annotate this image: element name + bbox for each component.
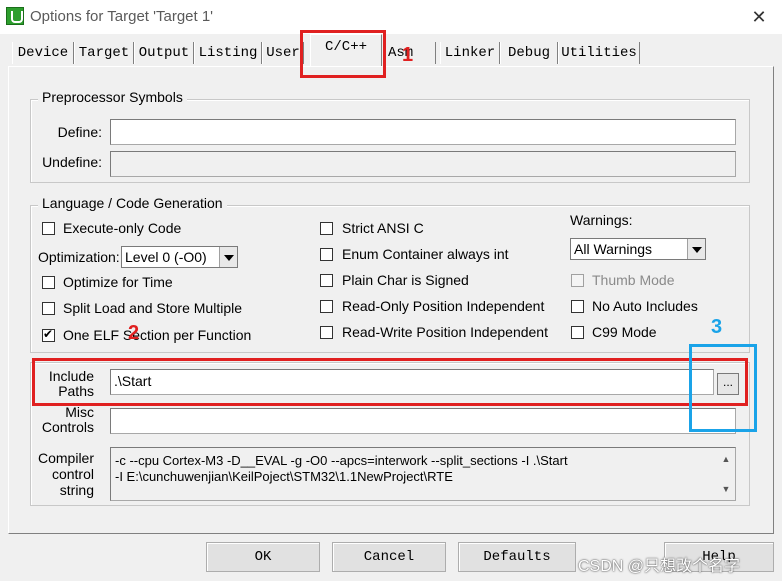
enum-container-checkbox[interactable]: [320, 248, 333, 261]
one-elf-checkbox[interactable]: [42, 327, 55, 342]
keil-app-icon: [6, 7, 24, 25]
tab-output[interactable]: Output: [134, 42, 194, 64]
undefine-label: Undefine:: [42, 154, 102, 170]
tab-target[interactable]: Target: [74, 42, 134, 64]
compiler-label-line2: control: [51, 466, 94, 482]
plain-char-label: Plain Char is Signed: [342, 272, 469, 288]
misc-label-line1: Misc: [65, 404, 94, 420]
chevron-down-icon: [219, 247, 237, 267]
no-auto-includes-label: No Auto Includes: [592, 298, 698, 314]
misc-controls-label: Misc Controls: [40, 405, 94, 435]
warnings-label: Warnings:: [570, 212, 633, 228]
defaults-button[interactable]: Defaults: [458, 542, 576, 572]
split-load-checkbox[interactable]: [42, 302, 55, 315]
compiler-control-line1: -c --cpu Cortex-M3 -D__EVAL -g -O0 --apc…: [115, 453, 568, 468]
split-load-label: Split Load and Store Multiple: [63, 300, 242, 316]
optimize-time-label: Optimize for Time: [63, 274, 173, 290]
strict-ansi-checkbox[interactable]: [320, 222, 333, 235]
no-auto-includes-checkbox[interactable]: [571, 300, 584, 313]
execute-only-label: Execute-only Code: [63, 220, 182, 236]
one-elf-label: One ELF Section per Function: [63, 327, 252, 343]
compiler-control-text: -c --cpu Cortex-M3 -D__EVAL -g -O0 --apc…: [115, 453, 568, 485]
define-label: Define:: [57, 124, 102, 140]
scroll-up-icon[interactable]: ▲: [719, 452, 733, 466]
tab-user[interactable]: User: [262, 42, 304, 64]
ro-position-label: Read-Only Position Independent: [342, 298, 545, 314]
language-legend: Language / Code Generation: [38, 195, 227, 211]
annotation-number-2: 2: [128, 322, 140, 344]
optimize-time-checkbox[interactable]: [42, 276, 55, 289]
annotation-box-3: [689, 344, 757, 432]
annotation-box-1: [300, 30, 386, 78]
window-title: Options for Target 'Target 1': [30, 8, 214, 25]
compiler-control-string[interactable]: -c --cpu Cortex-M3 -D__EVAL -g -O0 --apc…: [110, 447, 736, 501]
title-bar: Options for Target 'Target 1' ✕: [0, 0, 782, 34]
thumb-mode-checkbox[interactable]: [571, 274, 584, 287]
preprocessor-legend: Preprocessor Symbols: [38, 89, 187, 105]
tab-device[interactable]: Device: [12, 42, 74, 64]
chevron-down-icon: [687, 239, 705, 259]
misc-controls-input[interactable]: [110, 408, 736, 434]
strict-ansi-label: Strict ANSI C: [342, 220, 424, 236]
annotation-number-3: 3: [711, 316, 723, 338]
compiler-control-label: Compiler control string: [36, 450, 94, 498]
c99-mode-checkbox[interactable]: [571, 326, 584, 339]
execute-only-checkbox[interactable]: [42, 222, 55, 235]
compiler-label-line3: string: [59, 482, 94, 498]
thumb-mode-label: Thumb Mode: [592, 272, 675, 288]
tab-debug[interactable]: Debug: [500, 42, 558, 64]
tab-linker[interactable]: Linker: [440, 42, 500, 64]
compiler-control-line2: -I E:\cunchuwenjian\KeilPoject\STM32\1.1…: [115, 469, 453, 484]
annotation-box-2: [32, 358, 748, 406]
compiler-label-line1: Compiler: [37, 450, 94, 466]
ok-button[interactable]: OK: [206, 542, 320, 572]
tab-listing[interactable]: Listing: [194, 42, 262, 64]
cancel-button[interactable]: Cancel: [332, 542, 446, 572]
rw-position-checkbox[interactable]: [320, 326, 333, 339]
rw-position-label: Read-Write Position Independent: [342, 324, 548, 340]
warnings-value: All Warnings: [574, 241, 653, 257]
c99-mode-label: C99 Mode: [592, 324, 657, 340]
optimization-select[interactable]: Level 0 (-O0): [121, 246, 238, 268]
warnings-select[interactable]: All Warnings: [570, 238, 706, 260]
csdn-watermark: CSDN @只想改个名字: [578, 558, 741, 575]
close-button[interactable]: ✕: [744, 4, 774, 30]
scroll-down-icon[interactable]: ▼: [719, 482, 733, 496]
define-input[interactable]: [110, 119, 736, 145]
misc-label-line2: Controls: [41, 419, 94, 435]
optimization-label: Optimization:: [38, 249, 120, 265]
tab-utilities[interactable]: Utilities: [558, 42, 640, 64]
undefine-input[interactable]: [110, 151, 736, 177]
annotation-number-1: 1: [402, 44, 414, 66]
plain-char-checkbox[interactable]: [320, 274, 333, 287]
enum-container-label: Enum Container always int: [342, 246, 509, 262]
ro-position-checkbox[interactable]: [320, 300, 333, 313]
